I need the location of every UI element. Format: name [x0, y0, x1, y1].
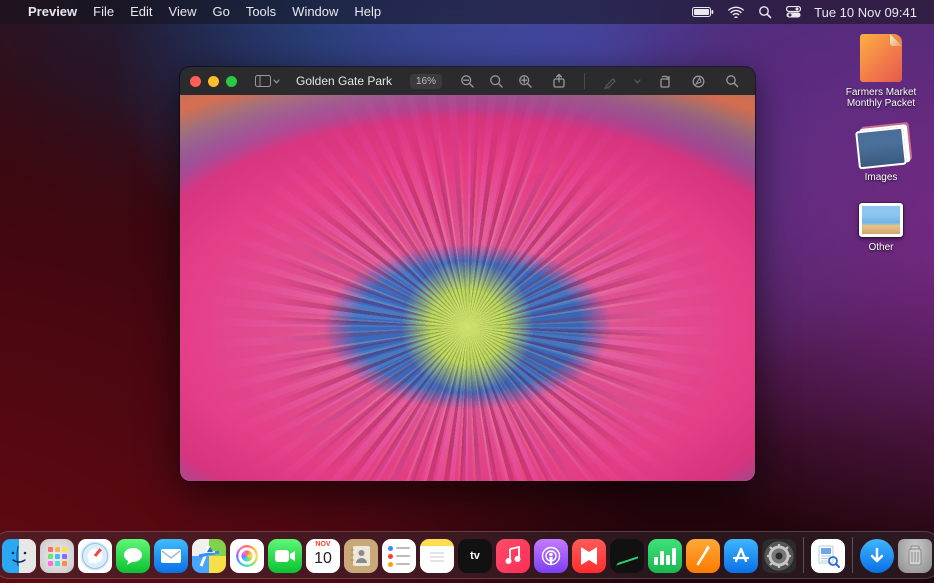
menu-file[interactable]: File — [85, 0, 122, 24]
menu-go[interactable]: Go — [204, 0, 237, 24]
dock-separator — [803, 537, 804, 573]
dock-separator — [852, 537, 853, 573]
dock-notes[interactable] — [420, 539, 454, 573]
menu-window[interactable]: Window — [284, 0, 346, 24]
dock-mail[interactable] — [154, 539, 188, 573]
dock-system-preferences[interactable] — [762, 539, 796, 573]
desktop-icon-label: Images — [865, 172, 898, 183]
dock-messages[interactable] — [116, 539, 150, 573]
menu-help[interactable]: Help — [346, 0, 389, 24]
wifi-icon[interactable] — [721, 0, 751, 24]
desktop-icon-label: Farmers Market Monthly Packet — [838, 87, 924, 109]
window-minimize-button[interactable] — [208, 76, 219, 87]
dock-maps[interactable] — [192, 539, 226, 573]
dock-numbers[interactable] — [648, 539, 682, 573]
zoom-percent[interactable]: 16% — [410, 74, 442, 89]
desktop-icon-label: Other — [868, 242, 893, 253]
calendar-day-label: 10 — [306, 550, 340, 568]
dock-tv[interactable]: tv — [458, 539, 492, 573]
dock-music[interactable] — [496, 539, 530, 573]
dock-trash[interactable] — [898, 539, 932, 573]
markup-button[interactable] — [685, 71, 711, 91]
dock-safari[interactable] — [78, 539, 112, 573]
calendar-month-label: Nov — [306, 541, 340, 548]
battery-icon[interactable] — [685, 0, 721, 24]
dock-appstore[interactable] — [724, 539, 758, 573]
sidebar-toggle-button[interactable] — [249, 75, 286, 87]
search-button[interactable] — [719, 71, 745, 91]
dock-photos[interactable] — [230, 539, 264, 573]
desktop-file-farmers-market[interactable]: Farmers Market Monthly Packet — [838, 34, 924, 109]
dock-calendar[interactable]: Nov 10 — [306, 539, 340, 573]
zoom-in-button[interactable] — [512, 71, 538, 91]
menu-tools[interactable]: Tools — [238, 0, 284, 24]
menu-app-name[interactable]: Preview — [20, 0, 85, 24]
preview-window: Golden Gate Park 16% — [180, 67, 755, 481]
window-titlebar[interactable]: Golden Gate Park 16% — [180, 67, 755, 95]
dock-podcasts[interactable] — [534, 539, 568, 573]
dock-reminders[interactable] — [382, 539, 416, 573]
spotlight-icon[interactable] — [751, 0, 779, 24]
dock: Nov 10 tv — [0, 531, 934, 579]
dock-pages[interactable] — [686, 539, 720, 573]
photo-icon — [859, 203, 903, 237]
desktop-file-other[interactable]: Other — [838, 203, 924, 253]
window-title: Golden Gate Park — [296, 74, 392, 88]
rotate-button[interactable] — [651, 71, 677, 91]
stack-icon — [855, 127, 907, 170]
dock-facetime[interactable] — [268, 539, 302, 573]
desktop-icons: Farmers Market Monthly Packet Images Oth… — [838, 34, 924, 253]
toolbar-separator — [584, 73, 585, 89]
dock-news[interactable] — [572, 539, 606, 573]
highlight-menu-chevron[interactable] — [631, 71, 643, 91]
highlight-button[interactable] — [597, 71, 623, 91]
share-button[interactable] — [546, 71, 572, 91]
zoom-actual-button[interactable] — [483, 71, 509, 91]
dock-stocks[interactable] — [610, 539, 644, 573]
dock-launchpad[interactable] — [40, 539, 74, 573]
menubar-clock[interactable]: Tue 10 Nov 09:41 — [808, 0, 924, 24]
window-maximize-button[interactable] — [226, 76, 237, 87]
menu-edit[interactable]: Edit — [122, 0, 160, 24]
menu-view[interactable]: View — [161, 0, 205, 24]
dock-downloads[interactable] — [860, 539, 894, 573]
document-icon — [860, 34, 902, 82]
chevron-down-icon — [273, 79, 280, 84]
window-traffic-lights — [190, 76, 237, 87]
dock-preview[interactable] — [811, 539, 845, 573]
desktop-file-images[interactable]: Images — [838, 129, 924, 183]
image-canvas[interactable] — [180, 95, 755, 481]
control-center-icon[interactable] — [779, 0, 808, 24]
menubar: Preview File Edit View Go Tools Window H… — [0, 0, 934, 24]
window-close-button[interactable] — [190, 76, 201, 87]
dock-finder[interactable] — [2, 539, 36, 573]
dock-contacts[interactable] — [344, 539, 378, 573]
zoom-out-button[interactable] — [454, 71, 480, 91]
